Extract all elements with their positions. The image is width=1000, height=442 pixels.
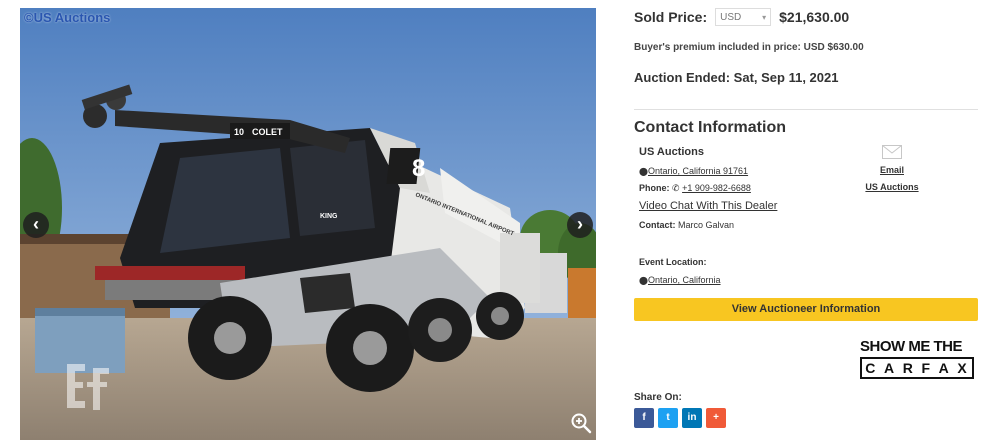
contact-heading: Contact Information <box>634 119 786 136</box>
phone-label: Phone: <box>639 183 670 193</box>
carfax-letter: A <box>938 360 951 376</box>
carfax-letter: C <box>865 360 878 376</box>
dealer-location-link[interactable]: Ontario, California 91761 <box>648 166 748 176</box>
carfax-letter: F <box>921 360 933 376</box>
cab-brand: KING <box>320 213 338 220</box>
view-auctioneer-button[interactable]: View Auctioneer Information <box>634 298 978 321</box>
phone-link[interactable]: +1 909-982-6688 <box>682 183 751 193</box>
carfax-badge[interactable]: SHOW ME THE C A R F A X <box>860 339 978 381</box>
event-location-label: Event Location: <box>639 257 707 267</box>
dealer-phone: Phone: ✆ +1 909-982-6688 <box>639 183 751 194</box>
video-chat-link[interactable]: Video Chat With This Dealer <box>639 200 777 212</box>
carfax-letter: X <box>957 360 969 376</box>
email-link[interactable]: Email <box>862 165 922 175</box>
photo-gallery[interactable]: 10 COLET 8 KING ONTARIO INTERNATIONAL AI… <box>20 8 596 440</box>
auction-ended-label: Auction Ended: <box>634 70 731 85</box>
carfax-logo: C A R F A X <box>860 357 974 379</box>
carfax-letter: A <box>884 360 897 376</box>
share-label: Share On: <box>634 392 682 403</box>
boom-number: 10 <box>234 127 244 137</box>
buyers-premium: Buyer's premium included in price: USD $… <box>634 42 864 53</box>
carfax-tagline: SHOW ME THE <box>860 338 963 355</box>
share-buttons: f t in + <box>634 408 726 428</box>
zoom-in-icon[interactable] <box>570 412 592 434</box>
event-location: ⬤Ontario, California <box>639 275 721 285</box>
auction-ended: Auction Ended: Sat, Sep 11, 2021 <box>634 70 838 85</box>
email-dealer-name[interactable]: US Auctions <box>862 182 922 192</box>
event-location-link[interactable]: Ontario, California <box>648 275 721 285</box>
currency-select[interactable]: USD ▾ <box>715 8 772 26</box>
currency-value: USD <box>720 11 742 23</box>
dealer-name: US Auctions <box>639 146 704 158</box>
contact-person: Contact: Marco Galvan <box>639 220 734 230</box>
carfax-letter: R <box>902 360 915 376</box>
facebook-share-button[interactable]: f <box>634 408 654 428</box>
boom-label: COLET <box>252 127 283 137</box>
twitter-share-button[interactable]: t <box>658 408 678 428</box>
auction-ended-date: Sat, Sep 11, 2021 <box>733 70 839 85</box>
map-pin-icon: ⬤ <box>639 167 648 176</box>
email-dealer[interactable]: Email US Auctions <box>862 145 922 192</box>
contact-label: Contact: <box>639 220 676 230</box>
sold-price-label: Sold Price: <box>634 9 708 25</box>
phone-icon: ✆ <box>672 183 680 193</box>
map-pin-icon: ⬤ <box>639 276 648 285</box>
sold-price-row: Sold Price: USD ▾ $21,630.00 <box>634 8 849 26</box>
ef-logo <box>67 364 109 410</box>
next-photo-button[interactable]: › <box>567 212 593 238</box>
linkedin-share-button[interactable]: in <box>682 408 702 428</box>
divider <box>634 109 978 110</box>
envelope-icon <box>882 145 902 159</box>
cab-number: 8 <box>412 155 425 182</box>
more-share-button[interactable]: + <box>706 408 726 428</box>
watermark: ©US Auctions <box>24 10 111 25</box>
dealer-location: ⬤Ontario, California 91761 <box>639 166 748 176</box>
details-panel: Sold Price: USD ▾ $21,630.00 Buyer's pre… <box>634 0 978 442</box>
sold-price-value: $21,630.00 <box>779 9 850 25</box>
prev-photo-button[interactable]: ‹ <box>23 212 49 238</box>
chevron-down-icon: ▾ <box>762 12 767 22</box>
contact-name: Marco Galvan <box>678 220 735 230</box>
